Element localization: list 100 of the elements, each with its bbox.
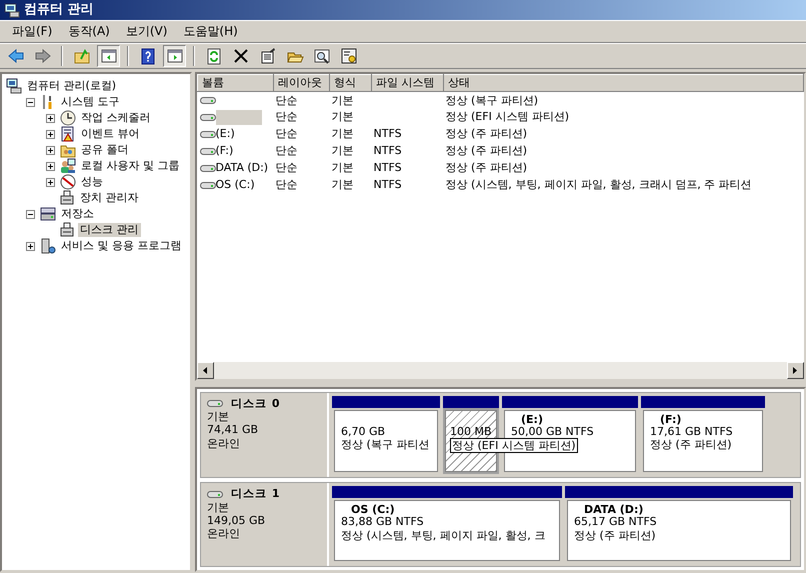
partition-label: (E:) (521, 413, 543, 426)
partition-header-bar (443, 396, 499, 408)
tree-item[interactable]: 시스템 도구 (59, 95, 122, 109)
tree-item[interactable]: 디스크 관리 (78, 223, 140, 237)
device-icon (59, 190, 75, 206)
collapse-icon[interactable] (26, 210, 35, 218)
menu-item[interactable]: 보기(V) (118, 22, 176, 41)
partition-size: 17,61 GB NTFS (650, 425, 734, 438)
status-tooltip: 정상 (EFI 시스템 파티션) (450, 438, 578, 454)
tree-item[interactable]: 성능 (79, 175, 105, 189)
help-icon (138, 47, 156, 65)
status-text: 정상 (시스템, 부팅, 페이지 파일, 활성, 크래시 덤프, 주 파티션 (446, 178, 752, 192)
disk-info: 74,41 GB (207, 423, 260, 437)
table-cell: 단순 (276, 94, 298, 107)
column-header[interactable]: 형식 (330, 74, 372, 92)
table-cell: 단순 (276, 144, 298, 158)
expand-icon[interactable] (26, 242, 35, 250)
delete-icon (232, 47, 250, 65)
partition-status: 정상 (시스템, 부팅, 페이지 파일, 활성, 크 (341, 528, 546, 542)
column-header[interactable]: 상태 (444, 74, 804, 92)
column-header[interactable]: 레이아웃 (274, 74, 330, 92)
partition-label: (F:) (660, 413, 682, 426)
refresh-icon (204, 47, 222, 65)
search-icon (312, 47, 330, 65)
table-cell: 단순 (276, 178, 298, 192)
expand-icon[interactable] (46, 146, 55, 154)
partition-status: 정상 (주 파티션) (650, 438, 733, 452)
drive-icon (200, 94, 216, 106)
table-cell: 기본 (332, 178, 354, 192)
drive-icon (207, 488, 223, 500)
drive-icon (200, 162, 216, 174)
table-cell: 단순 (276, 110, 298, 124)
tree-item[interactable]: 이벤트 뷰어 (79, 127, 142, 141)
table-cell: NTFS (374, 127, 402, 140)
drive-icon (200, 146, 216, 156)
computer-icon (6, 78, 22, 94)
table-cell: 기본 (332, 94, 354, 107)
partition-size: 6,70 GB (341, 425, 386, 438)
drive-icon (200, 128, 216, 140)
disk-info: 온라인 (207, 436, 241, 450)
disk-name: 디스크 0 (231, 397, 280, 410)
arrow-right-icon (793, 367, 798, 374)
menu-item[interactable]: 도움말(H) (175, 22, 246, 41)
storage-icon (40, 206, 56, 222)
partition-label: DATA (D:) (584, 503, 644, 516)
partition-status: 정상 (복구 파티션 (341, 438, 430, 452)
pane-button[interactable] (163, 45, 186, 67)
app-icon (4, 2, 20, 18)
volume-name: (F:) (216, 144, 234, 158)
users-icon (60, 158, 76, 174)
partition-size: 100 MB (450, 425, 490, 438)
disk-name: 디스크 1 (231, 487, 280, 501)
tree-item[interactable]: 컴퓨터 관리(로컬) (25, 79, 118, 93)
device-icon (59, 222, 75, 238)
menu-item[interactable]: 파일(F) (4, 22, 60, 41)
table-cell: 단순 (276, 161, 298, 174)
tree-item[interactable]: 공유 폴더 (79, 143, 130, 157)
tree-item[interactable]: 로컬 사용자 및 그룹 (79, 159, 182, 173)
expand-icon[interactable] (46, 130, 55, 138)
tree-item[interactable]: 저장소 (59, 207, 96, 221)
table-cell: 단순 (276, 127, 298, 140)
table-cell: 기본 (332, 161, 354, 174)
volume-name: (E:) (216, 127, 235, 141)
column-header[interactable]: 파일 시스템 (372, 74, 444, 92)
disk-info: 기본 (207, 410, 230, 424)
tree-item[interactable]: 장치 관리자 (78, 191, 140, 205)
pane-button[interactable] (97, 45, 120, 67)
partition-size: 50,00 GB NTFS (511, 425, 595, 438)
drive-icon (200, 180, 216, 190)
tree-item[interactable]: 서비스 및 응용 프로그램 (59, 239, 184, 253)
expand-icon[interactable] (46, 178, 55, 186)
disk-info: 149,05 GB (207, 514, 266, 528)
log-icon (60, 126, 76, 142)
drive-icon (207, 398, 223, 410)
expand-icon[interactable] (46, 114, 55, 122)
tree-item[interactable]: 작업 스케줄러 (79, 111, 152, 125)
status-text: 정상 (주 파티션) (446, 127, 528, 140)
partition-status: 정상 (주 파티션) (574, 528, 657, 542)
drive-icon (200, 112, 216, 122)
partition-size: 65,17 GB NTFS (574, 515, 658, 529)
back-icon (6, 47, 24, 65)
clock-icon (60, 110, 76, 126)
pane-icon (100, 47, 118, 65)
menu-item[interactable]: 동작(A) (60, 22, 118, 41)
table-cell: 기본 (332, 127, 354, 140)
disk-info: 온라인 (207, 527, 241, 540)
partition-size: 83,88 GB NTFS (341, 515, 425, 529)
collapse-icon[interactable] (26, 98, 35, 106)
partition-label: OS (C:) (351, 503, 395, 516)
status-text: 정상 (주 파티션) (446, 161, 528, 174)
volume-name: DATA (D:) (216, 161, 268, 175)
window-title: 컴퓨터 관리 (24, 2, 94, 18)
column-header[interactable]: 볼륨 (198, 74, 274, 92)
table-cell: NTFS (374, 178, 402, 192)
settings-icon (340, 47, 358, 65)
pane-icon (166, 47, 184, 65)
table-cell: 기본 (332, 144, 354, 158)
expand-icon[interactable] (46, 162, 55, 170)
horizontal-scrollbar[interactable] (197, 362, 804, 379)
folder-up-icon (72, 47, 90, 65)
